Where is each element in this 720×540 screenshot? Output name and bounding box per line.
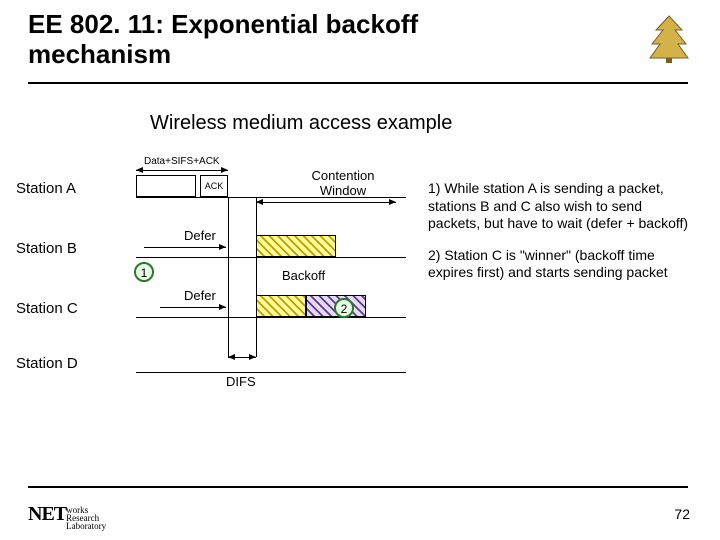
title-rule <box>28 82 688 84</box>
box-backoff-b <box>256 235 336 257</box>
label-contention-window: Contention Window <box>298 168 388 198</box>
lab-logo: NETworksResearchLaboratory <box>28 503 106 530</box>
arrow-difs <box>228 357 256 358</box>
label-defer-c: Defer <box>184 288 216 303</box>
axis-d <box>136 372 406 373</box>
label-backoff: Backoff <box>282 268 325 283</box>
marker-1: 1 <box>134 262 154 282</box>
subtitle: Wireless medium access example <box>150 112 452 135</box>
slide-title: EE 802. 11: Exponential backoff mechanis… <box>0 0 530 72</box>
axis-b <box>136 257 406 258</box>
logo-sub: worksResearchLaboratory <box>66 506 106 530</box>
guide-end-ack <box>228 197 229 357</box>
timing-diagram: Station A Station B Station C Station D … <box>16 150 416 390</box>
note-2: 2) Station C is "winner" (backoff time e… <box>428 247 696 282</box>
arrow-contention-window <box>256 202 396 203</box>
box-backoff-c <box>256 295 306 317</box>
arrow-defer-c <box>160 307 226 308</box>
label-station-b: Station B <box>16 240 77 257</box>
note-1: 1) While station A is sending a packet, … <box>428 180 696 233</box>
guide-difs-end <box>256 197 257 357</box>
footer-rule <box>28 486 688 488</box>
axis-c <box>136 317 406 318</box>
box-ack: ACK <box>200 175 228 197</box>
label-station-d: Station D <box>16 355 78 372</box>
box-data <box>136 175 196 197</box>
logo-net: NET <box>28 503 66 525</box>
label-station-c: Station C <box>16 300 78 317</box>
page-number: 72 <box>674 506 690 522</box>
marker-2: 2 <box>334 298 354 318</box>
arrow-defer-b <box>144 247 226 248</box>
label-difs: DIFS <box>226 374 256 389</box>
arrow-data-sifs-ack <box>136 170 228 171</box>
tree-icon <box>648 14 690 64</box>
label-data-sifs-ack: Data+SIFS+ACK <box>144 156 220 167</box>
label-station-a: Station A <box>16 180 76 197</box>
label-defer-b: Defer <box>184 228 216 243</box>
notes-list: 1) While station A is sending a packet, … <box>428 180 696 296</box>
